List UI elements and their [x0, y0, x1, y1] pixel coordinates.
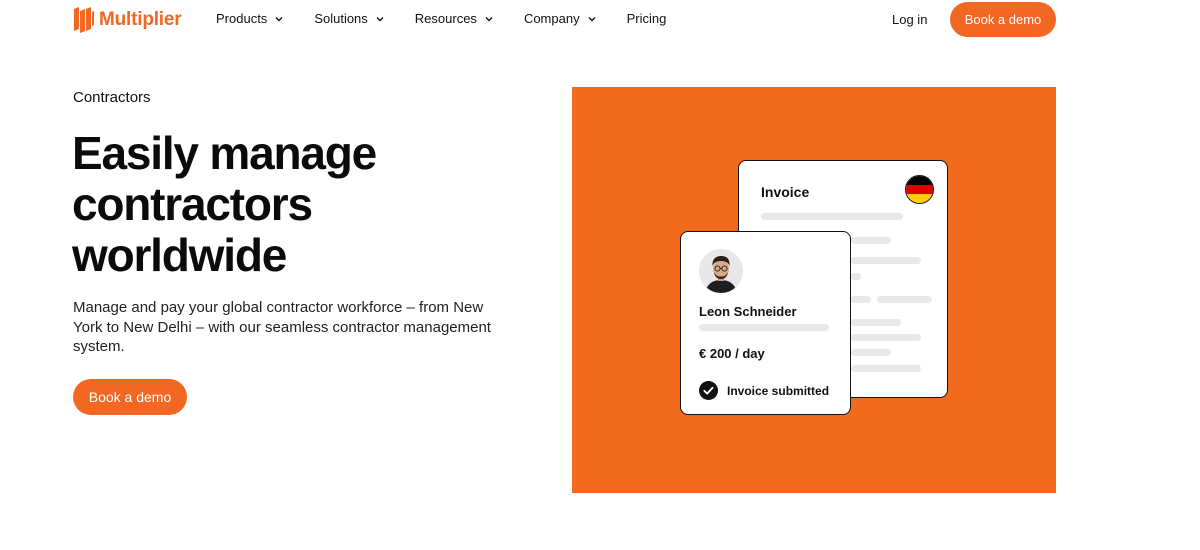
nav-item-resources[interactable]: Resources	[415, 11, 494, 26]
invoice-title: Invoice	[761, 184, 810, 200]
placeholder-line	[851, 349, 891, 356]
chevron-down-icon	[275, 16, 283, 21]
placeholder-line	[761, 213, 903, 220]
nav-item-company[interactable]: Company	[524, 11, 597, 26]
nav-links: Products Solutions Resources Company Pri…	[216, 11, 666, 26]
contractor-rate: € 200 / day	[699, 346, 765, 361]
book-demo-hero-button[interactable]: Book a demo	[73, 379, 187, 415]
headline-line: contractors	[72, 178, 313, 230]
check-circle-icon	[699, 381, 718, 400]
multiplier-logo[interactable]: Multiplier	[73, 5, 182, 35]
placeholder-line	[851, 237, 891, 244]
multiplier-logo-icon	[74, 7, 94, 33]
placeholder-line	[851, 257, 921, 264]
nav-item-label: Resources	[414, 11, 477, 26]
nav-item-label: Company	[523, 11, 580, 26]
placeholder-line	[851, 365, 921, 372]
chevron-down-icon	[485, 16, 493, 21]
hero-eyebrow: Contractors	[73, 89, 151, 106]
hero-headline: Easily manage contractors worldwide	[72, 128, 492, 281]
nav-item-pricing[interactable]: Pricing	[627, 11, 667, 26]
placeholder-line	[851, 319, 901, 326]
invoice-status: Invoice submitted	[699, 381, 829, 400]
placeholder-line	[877, 296, 932, 303]
person-icon	[699, 249, 743, 293]
nav-item-solutions[interactable]: Solutions	[314, 11, 384, 26]
nav-item-label: Products	[216, 11, 268, 26]
contractor-avatar	[699, 249, 743, 293]
chevron-down-icon	[588, 16, 596, 21]
hero-subtext: Manage and pay your global contractor wo…	[73, 299, 491, 355]
brand-name: Multiplier	[99, 9, 182, 30]
book-demo-nav-button[interactable]: Book a demo	[950, 2, 1056, 37]
germany-flag-icon	[905, 175, 934, 204]
placeholder-line	[851, 296, 871, 303]
chevron-down-icon	[376, 16, 384, 21]
contractor-name: Leon Schneider	[699, 304, 797, 319]
placeholder-line	[851, 273, 861, 280]
headline-line: Easily manage	[72, 127, 377, 179]
headline-line: worldwide	[72, 229, 287, 281]
top-navigation: Multiplier Products Solutions Resources …	[0, 0, 1200, 40]
contractor-card: Leon Schneider € 200 / day Invoice submi…	[680, 231, 851, 415]
nav-item-label: Pricing	[626, 11, 667, 26]
invoice-status-text: Invoice submitted	[727, 383, 830, 398]
login-link[interactable]: Log in	[892, 12, 927, 27]
nav-item-products[interactable]: Products	[216, 11, 284, 26]
nav-item-label: Solutions	[314, 11, 368, 26]
placeholder-line	[699, 324, 829, 331]
placeholder-line	[851, 334, 921, 341]
